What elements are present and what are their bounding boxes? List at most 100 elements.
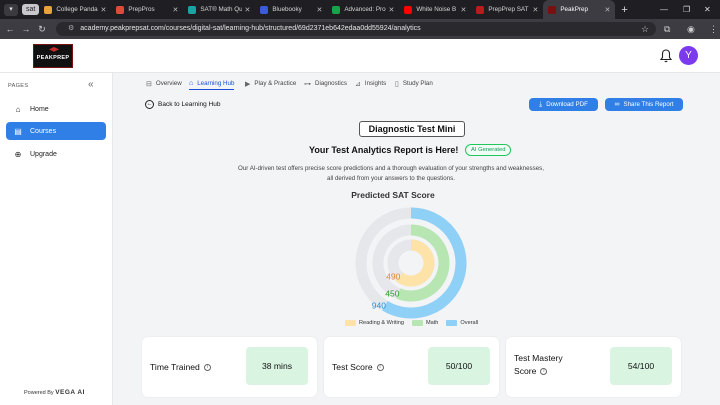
extensions-icon[interactable]: ⧉ [664, 19, 670, 39]
card-label: Test Mastery Score i [514, 353, 563, 376]
browser-tab[interactable]: PrepPrep SAT ✕ [471, 0, 543, 19]
courses-icon: ▤ [14, 126, 22, 136]
tab-favicon-icon [548, 5, 557, 14]
restore-icon[interactable]: ❐ [683, 0, 690, 19]
browser-tab[interactable]: PrepPros ✕ [111, 0, 183, 19]
insights-icon: ⊿ [355, 80, 361, 88]
close-window-icon[interactable]: ✕ [704, 0, 711, 19]
tab-insights[interactable]: ⊿ Insights [355, 77, 386, 90]
time-trained-card: Time Trained i 38 mins [142, 337, 317, 397]
legend-swatch [446, 320, 458, 326]
minimize-icon[interactable]: — [660, 0, 668, 19]
browser-tab[interactable]: Bluebooky ✕ [255, 0, 327, 19]
tab-close-icon[interactable]: ✕ [316, 6, 322, 14]
back-to-learning-hub-link[interactable]: ← Back to Learning Hub [145, 100, 221, 109]
sidebar-item-courses[interactable]: ▤ Courses [6, 122, 106, 140]
legend-item-overall: Overall [446, 320, 478, 326]
home-icon: ⌂ [15, 104, 21, 114]
browser-tab-bar: ▾ sat College Panda ✕ PrepPros ✕ SAT® Math… [0, 0, 720, 19]
tab-close-icon[interactable]: ✕ [388, 6, 394, 14]
legend-swatch [411, 320, 423, 326]
radial-bar-math[interactable] [396, 224, 450, 302]
browser-tab[interactable]: SAT® Math Qu ✕ [183, 0, 255, 19]
download-icon: ⤓ [539, 100, 543, 108]
legend-swatch [345, 320, 356, 326]
tab-study-plan[interactable]: ▯ Study Plan [395, 77, 433, 90]
browser-tab[interactable]: White Noise B ✕ [399, 0, 471, 19]
tab-favicon-icon [332, 5, 341, 14]
legend-item-reading-writing: Reading & Writing [345, 320, 404, 326]
learning-hub-icon: ⌂ [189, 79, 194, 87]
test-mastery-score-card: Test Mastery Score i 54/100 [506, 337, 681, 397]
predicted-score-radial-chart: 940 450 490 [355, 207, 467, 319]
bookmark-star-icon[interactable]: ☆ [641, 19, 649, 39]
card-value: 54/100 [610, 347, 672, 385]
share-link-icon: ∞ [614, 101, 620, 108]
download-pdf-button[interactable]: ⤓ Download PDF [529, 98, 598, 111]
back-arrow-icon[interactable]: ← [2, 24, 18, 34]
upgrade-icon: ⊕ [14, 149, 22, 159]
report-description: Our AI-driven test offers precise score … [238, 165, 544, 182]
card-label: Time Trained i [150, 361, 211, 374]
site-info-icon[interactable]: ⚙ [68, 25, 74, 32]
main-content: ⊟ Overview ⌂ Learning Hub ▶ Play & Practice… [113, 73, 720, 405]
tab-overview[interactable]: ⊟ Overview [146, 77, 182, 90]
report-heading: Your Test Analytics Report is Here! [309, 145, 459, 155]
card-value: 50/100 [428, 347, 490, 385]
overview-icon: ⊟ [146, 80, 152, 88]
info-icon[interactable]: i [203, 364, 211, 372]
tab-close-icon[interactable]: ✕ [460, 6, 466, 14]
tab-group-label[interactable]: sat [22, 4, 40, 15]
tab-search-button[interactable]: ▾ [4, 3, 18, 16]
logo-hat-icon [49, 47, 59, 52]
tab-favicon-icon [116, 5, 125, 14]
ai-generated-badge: AI Generated [465, 144, 512, 156]
back-arrow-circle-icon: ← [145, 100, 154, 109]
sidebar-item-upgrade[interactable]: ⊕ Upgrade [6, 145, 106, 163]
forward-arrow-icon[interactable]: → [18, 24, 34, 34]
tab-favicon-icon [404, 5, 413, 14]
tab-close-icon[interactable]: ✕ [244, 6, 250, 14]
tab-close-icon[interactable]: ✕ [172, 6, 178, 14]
browser-tab-active[interactable]: PeakPrep ✕ [543, 0, 616, 19]
browser-tab[interactable]: College Panda ✕ [39, 0, 111, 19]
reload-icon[interactable]: ↻ [34, 24, 50, 35]
info-icon[interactable]: i [376, 364, 384, 372]
notification-bell-icon[interactable] [660, 49, 672, 63]
collapse-sidebar-icon[interactable]: « [88, 79, 94, 90]
diagnostics-icon: ⊶ [304, 80, 311, 88]
sidebar-item-home[interactable]: ⌂ Home [6, 100, 106, 118]
card-value: 38 mins [246, 347, 308, 385]
sub-navigation: ⊟ Overview ⌂ Learning Hub ▶ Play & Practice… [113, 73, 720, 93]
test-score-card: Test Score i 50/100 [324, 337, 499, 397]
peakprep-logo[interactable]: PEAKPREP [33, 44, 73, 68]
tab-learning-hub[interactable]: ⌂ Learning Hub [189, 77, 235, 90]
browser-tab[interactable]: Advanced: Prob ✕ [327, 0, 399, 19]
radial-value-label: 450 [385, 288, 399, 298]
tab-close-icon[interactable]: ✕ [604, 6, 610, 14]
profile-icon[interactable]: ◉ [687, 19, 695, 39]
info-icon[interactable]: i [540, 368, 548, 376]
browser-menu-icon[interactable]: ⋮ [709, 19, 718, 39]
legend-item-math: Math [411, 320, 438, 326]
card-label: Test Score i [332, 361, 384, 374]
app-header: PEAKPREP Y [0, 39, 720, 73]
radial-value-label: 940 [372, 301, 386, 311]
address-bar-row: ← → ↻ ⚙ academy.peakprepsat.com/courses/d… [0, 19, 720, 39]
tab-favicon-icon [476, 5, 485, 14]
tab-play-practice[interactable]: ▶ Play & Practice [245, 77, 296, 90]
test-name-label: Diagnostic Test Mini [359, 121, 465, 137]
tab-close-icon[interactable]: ✕ [532, 6, 538, 14]
radial-value-label: 490 [386, 272, 400, 282]
new-tab-button[interactable]: + [621, 4, 627, 16]
share-report-button[interactable]: ∞ Share This Report [605, 98, 683, 111]
tab-favicon-icon [188, 5, 197, 14]
url-field[interactable]: ⚙ academy.peakprepsat.com/courses/digital… [56, 22, 656, 36]
sidebar-section-label: PAGES [8, 83, 29, 89]
tab-favicon-icon [260, 5, 269, 14]
tab-diagnostics[interactable]: ⊶ Diagnostics [304, 77, 347, 90]
sidebar: PAGES « ⌂ Home ▤ Courses ⊕ Upgrade Powered … [0, 73, 113, 405]
chart-legend: Reading & Writing Math Overall [345, 320, 486, 326]
tab-close-icon[interactable]: ✕ [100, 6, 106, 14]
avatar[interactable]: Y [679, 46, 698, 65]
